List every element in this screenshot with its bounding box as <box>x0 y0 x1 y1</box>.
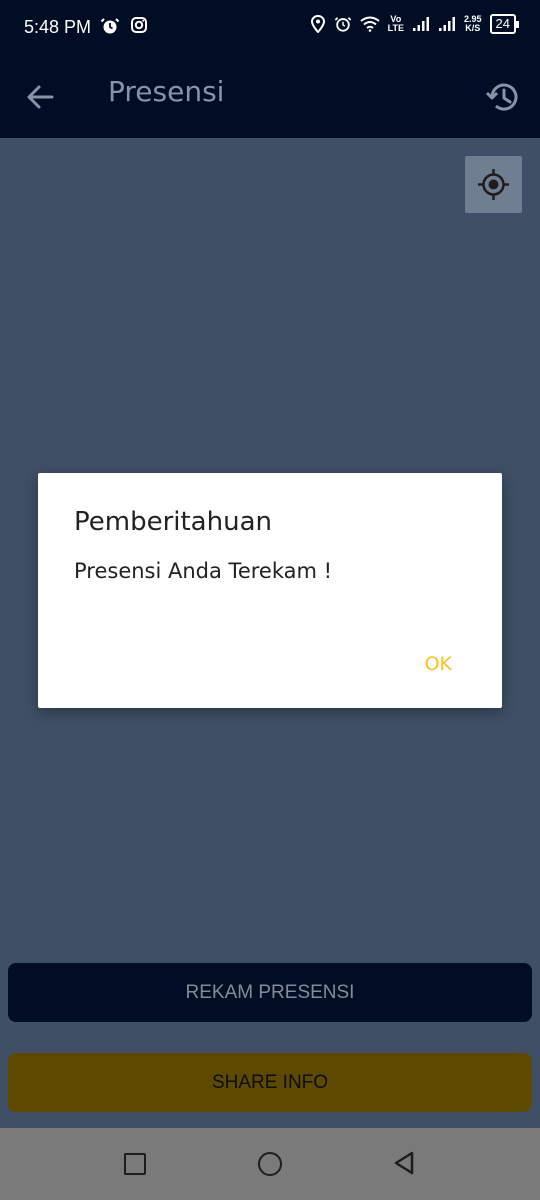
network-speed-unit: K/S <box>465 23 481 33</box>
app-bar: Presensi <box>0 55 540 138</box>
ok-button[interactable]: OK <box>425 653 452 675</box>
rekam-presensi-button[interactable]: REKAM PRESENSI <box>8 963 532 1022</box>
arrow-left-icon[interactable] <box>22 80 62 114</box>
alarm-icon <box>100 18 120 34</box>
status-notification-icons <box>100 16 148 36</box>
recents-icon[interactable] <box>124 1153 146 1175</box>
instagram-icon <box>131 17 147 33</box>
battery-indicator: 24 <box>489 14 520 34</box>
page-title: Presensi <box>108 75 225 108</box>
back-triangle-icon[interactable] <box>392 1150 416 1176</box>
history-icon[interactable] <box>484 78 522 116</box>
home-icon[interactable] <box>258 1152 282 1176</box>
location-icon <box>310 15 325 33</box>
my-location-icon <box>478 169 509 200</box>
status-bar: 5:48 PM Vo LTE 2.95 K/S 24 <box>0 0 540 55</box>
dialog-message: Presensi Anda Terekam ! <box>74 559 333 583</box>
system-nav-bar <box>0 1128 540 1200</box>
volte-bottom-label: LTE <box>387 23 404 33</box>
status-time: 5:48 PM <box>24 17 92 37</box>
network-speed: 2.95 K/S <box>464 15 482 33</box>
signal-icon-1 <box>413 17 429 31</box>
share-info-button[interactable]: SHARE INFO <box>8 1053 532 1112</box>
wifi-icon <box>360 16 380 32</box>
status-system-icons: Vo LTE 2.95 K/S 24 <box>310 14 520 34</box>
alarm-status-icon <box>334 17 351 32</box>
notification-dialog: Pemberitahuan Presensi Anda Terekam ! OK <box>38 473 502 708</box>
signal-icon-2 <box>439 17 455 31</box>
volte-indicator: Vo LTE <box>388 15 404 33</box>
dialog-title: Pemberitahuan <box>74 507 272 537</box>
my-location-button[interactable] <box>465 156 522 213</box>
